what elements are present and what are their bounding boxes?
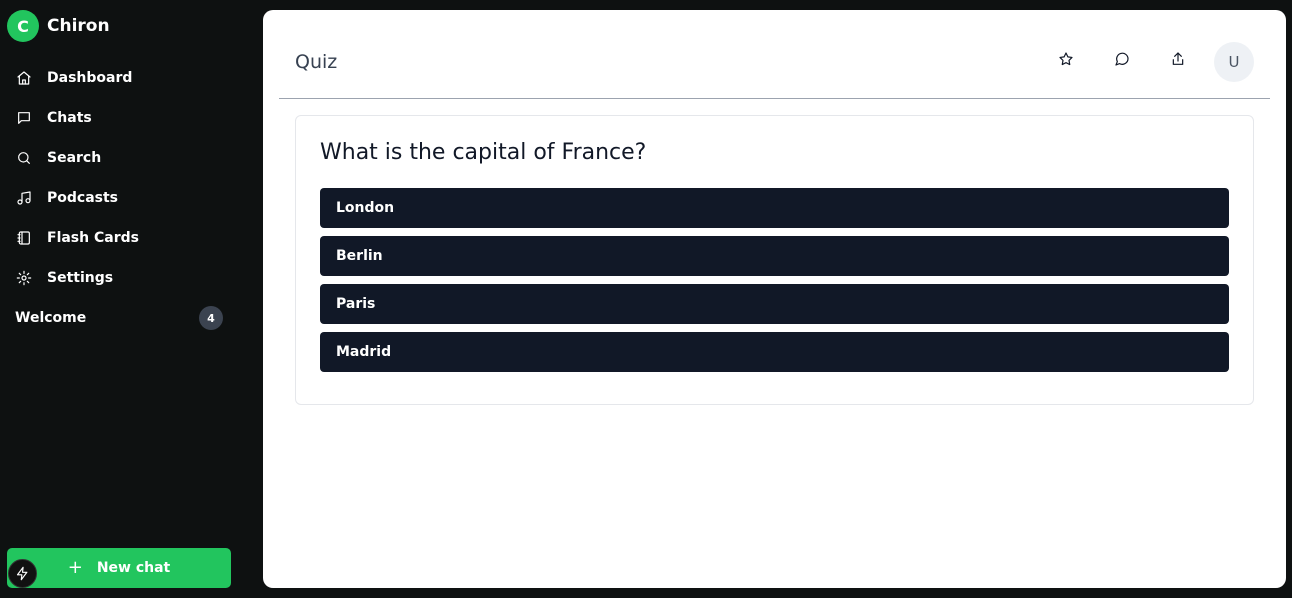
quiz-option[interactable]: Paris bbox=[320, 284, 1229, 324]
star-icon bbox=[1058, 51, 1074, 71]
brand-name: Chiron bbox=[47, 16, 110, 36]
favorite-button[interactable] bbox=[1051, 46, 1081, 76]
welcome-count-badge: 4 bbox=[199, 306, 223, 330]
share-icon bbox=[1170, 51, 1186, 71]
page-header: Quiz U bbox=[279, 10, 1270, 99]
brand-logo: C bbox=[7, 10, 39, 42]
comment-icon bbox=[1114, 51, 1130, 71]
sidebar-item-label: Search bbox=[47, 150, 102, 166]
sidebar-item-welcome[interactable]: Welcome 4 bbox=[15, 306, 223, 330]
share-button[interactable] bbox=[1163, 46, 1193, 76]
sidebar-item-label: Settings bbox=[47, 270, 114, 286]
plus-icon: + bbox=[67, 557, 83, 578]
sidebar-item-label: Podcasts bbox=[47, 190, 119, 206]
sidebar: C Chiron Dashboard Chats Search Podcasts… bbox=[0, 0, 263, 598]
main-panel: Quiz U What is the capital of France? Lo… bbox=[263, 10, 1286, 588]
avatar[interactable]: U bbox=[1214, 42, 1254, 82]
sidebar-item-label: Dashboard bbox=[47, 70, 133, 86]
new-chat-button[interactable]: + New chat bbox=[7, 548, 231, 588]
brand[interactable]: C Chiron bbox=[7, 10, 110, 42]
new-chat-label: New chat bbox=[96, 560, 171, 576]
sidebar-item-chats[interactable]: Chats bbox=[0, 98, 263, 138]
quiz-option[interactable]: Madrid bbox=[320, 332, 1229, 372]
gear-icon bbox=[15, 269, 33, 287]
sidebar-item-label: Flash Cards bbox=[47, 230, 139, 246]
bolt-icon[interactable] bbox=[8, 559, 37, 588]
quiz-question: What is the capital of France? bbox=[320, 140, 647, 165]
notebook-icon bbox=[15, 229, 33, 247]
page-title: Quiz bbox=[295, 51, 338, 73]
quiz-option[interactable]: Berlin bbox=[320, 236, 1229, 276]
search-icon bbox=[15, 149, 33, 167]
sidebar-item-dashboard[interactable]: Dashboard bbox=[0, 58, 263, 98]
quiz-card: What is the capital of France? London Be… bbox=[295, 115, 1254, 405]
quiz-options: London Berlin Paris Madrid bbox=[320, 188, 1229, 380]
sidebar-item-search[interactable]: Search bbox=[0, 138, 263, 178]
sidebar-item-label: Chats bbox=[47, 110, 92, 126]
sidebar-item-podcasts[interactable]: Podcasts bbox=[0, 178, 263, 218]
chat-icon bbox=[15, 109, 33, 127]
home-icon bbox=[15, 69, 33, 87]
welcome-label: Welcome bbox=[15, 310, 87, 326]
quiz-option[interactable]: London bbox=[320, 188, 1229, 228]
sidebar-item-flash-cards[interactable]: Flash Cards bbox=[0, 218, 263, 258]
sidebar-nav: Dashboard Chats Search Podcasts Flash Ca… bbox=[0, 58, 263, 298]
sidebar-item-settings[interactable]: Settings bbox=[0, 258, 263, 298]
music-icon bbox=[15, 189, 33, 207]
comment-button[interactable] bbox=[1107, 46, 1137, 76]
